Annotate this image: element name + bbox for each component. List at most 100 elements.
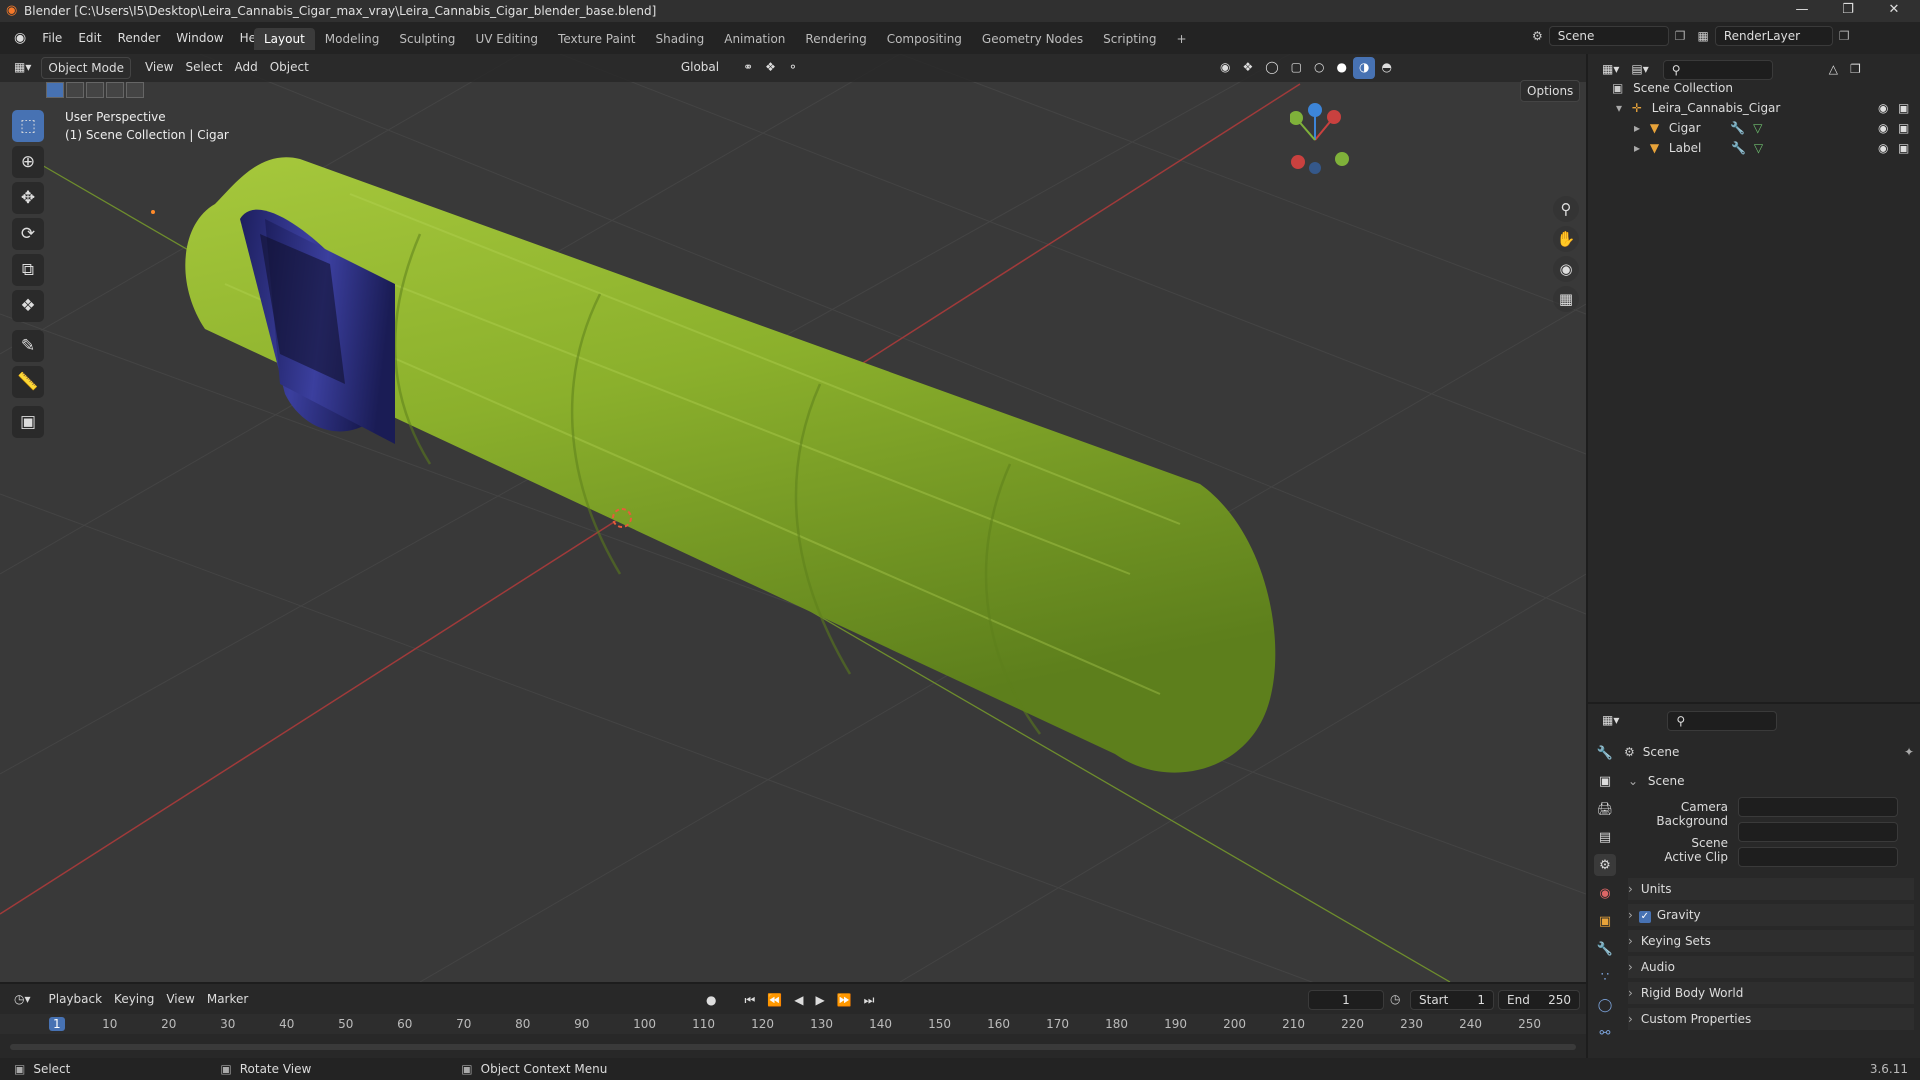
new-layer-icon[interactable]: ❐ [1833,29,1856,43]
outliner-search-input[interactable]: ⚲ [1662,60,1773,80]
current-frame-field[interactable]: 1 [1308,990,1384,1010]
gizmo-toggle-icon[interactable]: ❖ [1236,57,1259,79]
constraints-tab-icon[interactable]: ⚯ [1594,1022,1616,1044]
add-workspace-button[interactable]: + [1167,28,1197,50]
units-panel[interactable]: › Units [1628,878,1914,900]
render-camera-icon[interactable]: ▣ [1898,138,1909,158]
render-layer-icon[interactable]: ▦ [1692,29,1715,43]
pan-icon[interactable]: ✋ [1553,226,1579,252]
menu-add[interactable]: Add [228,57,263,79]
orientation-dropdown[interactable]: Global [675,57,725,79]
mesh-data-icon[interactable]: ▽ [1753,121,1762,135]
audio-panel[interactable]: › Audio [1628,956,1914,978]
new-scene-icon[interactable]: ❐ [1669,29,1692,43]
start-frame-field[interactable]: Start 1 [1410,990,1494,1010]
next-keyframe-icon[interactable]: ⏩ [831,990,858,1012]
tab-animation[interactable]: Animation [714,28,795,50]
outliner-item-cigar[interactable]: Cigar [1669,121,1701,135]
modifier-icon[interactable]: 🔧 [1730,121,1745,135]
render-layer-selector[interactable]: RenderLayer [1714,26,1833,46]
tool-tab-icon[interactable]: 🔧 [1594,742,1616,764]
rotate-tool-icon[interactable]: ⟳ [12,218,44,250]
visibility-eye-icon[interactable]: ◉ [1878,138,1888,158]
tab-geometry-nodes[interactable]: Geometry Nodes [972,28,1093,50]
tab-shading[interactable]: Shading [645,28,714,50]
camera-field[interactable] [1738,797,1898,817]
menu-marker[interactable]: Marker [201,989,254,1011]
auto-keying-icon[interactable]: ◷ [1390,992,1400,1006]
measure-tool-icon[interactable]: 📏 [12,366,44,398]
menu-window[interactable]: Window [168,28,231,48]
scale-tool-icon[interactable]: ⧉ [12,254,44,286]
tab-compositing[interactable]: Compositing [877,28,972,50]
add-cube-tool-icon[interactable]: ▣ [12,406,44,438]
gravity-checkbox[interactable]: ✓ [1638,911,1651,923]
props-editor-type-icon[interactable]: ▦▾ [1596,710,1625,732]
visibility-icon[interactable]: ◉ [1214,57,1236,79]
transform-tool-icon[interactable]: ❖ [12,290,44,322]
overlay-toggle-icon[interactable]: ◯ [1259,57,1284,79]
camera-view-icon[interactable]: ◉ [1553,256,1579,282]
shading-solid-icon[interactable]: ● [1331,57,1353,79]
gravity-panel[interactable]: › ✓ Gravity [1628,904,1914,926]
minimize-button[interactable]: — [1780,0,1824,22]
tab-sculpting[interactable]: Sculpting [389,28,465,50]
outliner-item-label[interactable]: Label [1669,141,1701,155]
editor-type-icon[interactable]: ▦▾ [8,57,37,79]
select-invert-icon[interactable] [106,82,124,98]
tab-scripting[interactable]: Scripting [1093,28,1166,50]
options-dropdown[interactable]: Options [1520,80,1581,102]
output-tab-icon[interactable]: 🖨 [1594,798,1616,820]
props-search-input[interactable]: ⚲ [1667,711,1778,731]
select-box-tool-icon[interactable]: ⬚ [12,110,44,142]
menu-object[interactable]: Object [264,57,315,79]
ortho-toggle-icon[interactable]: ▦ [1553,286,1579,312]
background-scene-field[interactable] [1738,822,1898,842]
record-icon[interactable]: ● [700,990,722,1012]
blender-menu-icon[interactable]: ◉ [6,30,34,46]
particles-tab-icon[interactable]: ∵ [1594,966,1616,988]
timeline-editor-type-icon[interactable]: ◷▾ [8,989,37,1011]
mesh-data-icon[interactable]: ▽ [1754,141,1763,155]
tab-rendering[interactable]: Rendering [795,28,876,50]
visibility-eye-icon[interactable]: ◉ [1878,118,1888,138]
shading-wireframe-icon[interactable]: ○ [1308,57,1330,79]
collapse-chevron-icon[interactable]: ▸ [1634,141,1640,155]
tab-uv-editing[interactable]: UV Editing [465,28,548,50]
scene-collection-label[interactable]: Scene Collection [1633,81,1733,95]
outliner-item-leira-cannabis-cigar[interactable]: Leira_Cannabis_Cigar [1652,101,1781,115]
end-frame-field[interactable]: End 250 [1498,990,1580,1010]
shading-material-icon[interactable]: ◑ [1352,57,1376,79]
pin-icon[interactable]: ✦ [1904,745,1914,759]
custom-properties-panel[interactable]: › Custom Properties [1628,1008,1914,1030]
frame-ruler[interactable]: 1 10 20 30 40 50 60 70 80 90 100 110 120 130 140 150 160… [0,1014,1586,1034]
menu-timeline-view[interactable]: View [160,989,200,1011]
scene-selector[interactable]: Scene [1548,26,1669,46]
pivot-icon[interactable]: ⚭ [737,57,759,79]
rigid-body-world-panel[interactable]: › Rigid Body World [1628,982,1914,1004]
menu-select[interactable]: Select [179,57,228,79]
render-camera-icon[interactable]: ▣ [1898,118,1909,138]
render-camera-icon[interactable]: ▣ [1898,98,1909,118]
snap-icon[interactable]: ❖ [759,57,782,79]
play-icon[interactable]: ▶ [809,990,830,1012]
jump-start-icon[interactable]: ⏮ [738,990,761,1012]
physics-tab-icon[interactable]: ◯ [1594,994,1616,1016]
scene-panel-header[interactable]: ⌄ Scene [1628,770,1914,792]
object-tab-icon[interactable]: ▣ [1594,910,1616,932]
collapse-chevron-icon[interactable]: ▸ [1634,121,1640,135]
maximize-button[interactable]: ❐ [1826,0,1870,22]
view-layer-tab-icon[interactable]: ▤ [1594,826,1616,848]
proportional-icon[interactable]: ⚬ [782,57,804,79]
xray-icon[interactable]: ▢ [1285,57,1308,79]
move-tool-icon[interactable]: ✥ [12,182,44,214]
menu-keying[interactable]: Keying [108,989,160,1011]
modifier-icon[interactable]: 🔧 [1731,141,1746,155]
select-subtract-icon[interactable] [86,82,104,98]
mode-dropdown[interactable]: Object Mode [41,57,131,79]
close-button[interactable]: ✕ [1872,0,1916,22]
menu-render[interactable]: Render [110,28,169,48]
keying-sets-panel[interactable]: › Keying Sets [1628,930,1914,952]
tab-modeling[interactable]: Modeling [315,28,390,50]
visibility-eye-icon[interactable]: ◉ [1878,98,1888,118]
